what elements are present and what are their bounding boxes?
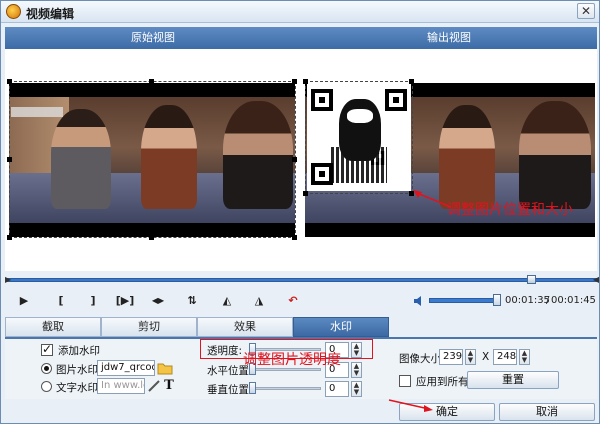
text-watermark-label: 文字水印: — [56, 382, 102, 394]
image-watermark-field[interactable]: jdw7_qrcode — [97, 360, 155, 376]
reset-button[interactable]: 重置 — [467, 371, 559, 389]
original-view-header: 原始视图 — [5, 27, 301, 49]
watermark-frame[interactable] — [305, 81, 413, 194]
image-height-spinner[interactable]: ▲ ▼ — [519, 349, 530, 365]
image-watermark-label: 图片水印: — [56, 364, 102, 376]
horizontal-position-spinner[interactable]: ▲ ▼ — [351, 362, 362, 378]
folder-icon[interactable] — [157, 361, 173, 375]
tab-trim[interactable]: 截取 — [5, 317, 101, 337]
volume-slider[interactable] — [429, 298, 497, 303]
cancel-button[interactable]: 取消 — [499, 403, 595, 421]
image-height-value[interactable]: 248 — [493, 349, 517, 365]
output-view-header: 输出视图 — [301, 27, 597, 49]
add-watermark-checkbox[interactable] — [41, 342, 53, 356]
app-icon — [6, 4, 21, 19]
rotate-left-icon[interactable]: ◭ — [219, 293, 235, 309]
text-watermark-field[interactable]: In www.le — [97, 378, 145, 394]
footer: 确定 取消 — [1, 399, 599, 423]
close-button[interactable]: ✕ — [577, 3, 595, 19]
ok-annotation-arrow-icon — [388, 399, 433, 412]
vertical-position-thumb[interactable] — [249, 382, 256, 394]
player-controls: ▶ [ ] [▶] ◀▶ ⇅ ◭ ◮ ↶ 00:01:35 / 00:01:45 — [1, 289, 599, 313]
pen-icon[interactable] — [147, 379, 161, 393]
edit-tabs: 截取 剪切 效果 水印 — [5, 317, 389, 337]
text-format-icon[interactable]: T — [161, 378, 177, 394]
transparency-spinner[interactable]: ▲ ▼ — [351, 342, 362, 358]
image-width-spinner[interactable]: ▲ ▼ — [465, 349, 476, 365]
size-times-label: X — [482, 351, 490, 363]
apply-to-all-checkbox[interactable] — [399, 375, 411, 387]
transparency-annotation: 调整图片透明度 — [243, 352, 341, 368]
title-bar: 视频编辑 ✕ — [1, 1, 599, 23]
vertical-position-label: 垂直位置: — [207, 384, 253, 396]
mark-out-icon[interactable]: ] — [85, 293, 101, 309]
seek-bar[interactable]: ▶ ◀ — [5, 275, 599, 285]
vertical-position-value[interactable]: 0 — [325, 381, 349, 397]
play-icon[interactable]: ▶ — [16, 293, 32, 309]
add-watermark-label: 添加水印 — [58, 345, 100, 357]
text-watermark-radio[interactable] — [41, 381, 52, 392]
play-selection-icon[interactable]: [▶] — [113, 293, 137, 309]
transparency-label: 透明度: — [207, 345, 243, 357]
tab-watermark[interactable]: 水印 — [293, 317, 389, 337]
volume-icon[interactable] — [413, 295, 425, 307]
seek-thumb[interactable] — [527, 275, 536, 284]
apply-to-all-label: 应用到所有 — [416, 376, 469, 388]
mark-in-icon[interactable]: [ — [53, 293, 69, 309]
flip-vertical-icon[interactable]: ⇅ — [184, 293, 200, 309]
video-edit-window: 视频编辑 ✕ 原始视图 输出视图 调整图片位置和大小 ▶ ◀ ▶ [] [▶]… — [0, 0, 600, 424]
original-crop-frame[interactable] — [9, 81, 296, 238]
undo-icon[interactable]: ↶ — [285, 293, 301, 309]
image-watermark-radio[interactable] — [41, 363, 52, 374]
prev-frame-icon[interactable]: ◀▶ — [147, 293, 169, 309]
vertical-position-slider[interactable] — [249, 387, 321, 390]
image-size-label: 图像大小: — [399, 353, 445, 365]
vertical-position-spinner[interactable]: ▲ ▼ — [351, 381, 362, 397]
volume-thumb[interactable] — [493, 294, 501, 306]
image-width-value[interactable]: 239 — [439, 349, 463, 365]
window-title: 视频编辑 — [26, 7, 75, 21]
current-time: 00:01:35 — [505, 295, 550, 306]
tab-effect[interactable]: 效果 — [197, 317, 293, 337]
tab-crop[interactable]: 剪切 — [101, 317, 197, 337]
rotate-right-icon[interactable]: ◮ — [251, 293, 267, 309]
total-time: 00:01:45 — [551, 295, 596, 306]
position-size-annotation: 调整图片位置和大小 — [447, 202, 573, 218]
